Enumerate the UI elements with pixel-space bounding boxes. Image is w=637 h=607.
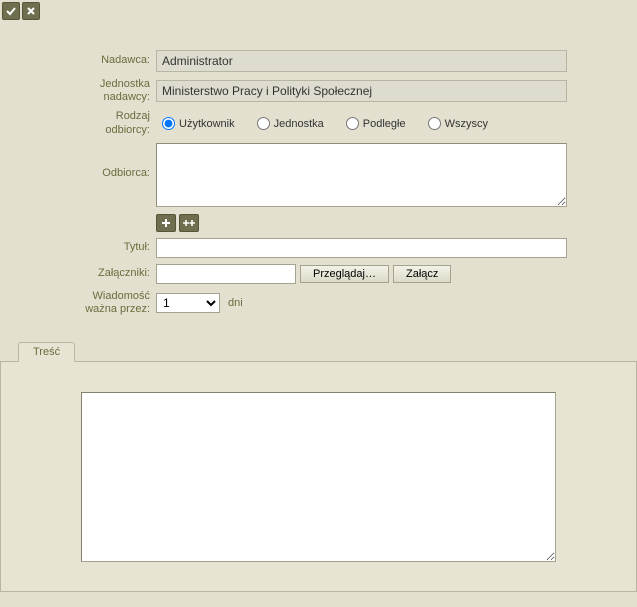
recipient-type-option[interactable]: Użytkownik (162, 117, 235, 130)
recipient-type-radio[interactable] (257, 117, 270, 130)
content-panel (0, 362, 637, 592)
recipient-type-option-label: Wszyscy (445, 118, 488, 130)
recipient-type-option[interactable]: Podległe (346, 117, 406, 130)
recipient-textarea[interactable] (156, 143, 567, 207)
recipient-type-label: Rodzaj odbiorcy: (8, 110, 156, 136)
sender-unit-field: Ministerstwo Pracy i Polityki Społecznej (156, 80, 567, 102)
attachment-path-input[interactable] (156, 264, 296, 284)
recipient-type-option[interactable]: Jednostka (257, 117, 324, 130)
sender-unit-label: Jednostka nadawcy: (8, 78, 156, 104)
attachments-label: Załączniki: (8, 267, 156, 280)
recipient-type-radio[interactable] (162, 117, 175, 130)
recipient-type-option-label: Użytkownik (179, 118, 235, 130)
ok-button[interactable] (2, 2, 20, 20)
recipient-type-option-label: Jednostka (274, 118, 324, 130)
title-input[interactable] (156, 238, 567, 258)
title-label: Tytuł: (8, 241, 156, 254)
add-recipient-button[interactable] (156, 214, 176, 232)
recipient-label: Odbiorca: (8, 143, 156, 180)
close-icon (25, 5, 37, 17)
validity-unit: dni (228, 297, 243, 309)
form-panel: Nadawca: Administrator Jednostka nadawcy… (0, 22, 637, 332)
plus-group-icon (182, 217, 196, 229)
toolbar (0, 0, 637, 22)
cancel-button[interactable] (22, 2, 40, 20)
recipient-type-option[interactable]: Wszyscy (428, 117, 488, 130)
recipient-type-option-label: Podległe (363, 118, 406, 130)
attach-button[interactable]: Załącz (393, 265, 451, 283)
plus-icon (160, 217, 172, 229)
recipient-type-radio[interactable] (346, 117, 359, 130)
tabs: Treść (0, 342, 637, 362)
recipient-type-radio[interactable] (428, 117, 441, 130)
message-body-textarea[interactable] (81, 392, 556, 562)
sender-label: Nadawca: (8, 54, 156, 67)
tab-content[interactable]: Treść (18, 342, 75, 362)
add-recipient-group-button[interactable] (179, 214, 199, 232)
browse-button[interactable]: Przeglądaj… (300, 265, 389, 283)
validity-label: Wiadomość ważna przez: (8, 290, 156, 316)
check-icon (5, 5, 17, 17)
recipient-type-radios: Użytkownik Jednostka Podległe Wszyscy (156, 114, 567, 133)
sender-field: Administrator (156, 50, 567, 72)
validity-select[interactable]: 1 (156, 293, 220, 313)
